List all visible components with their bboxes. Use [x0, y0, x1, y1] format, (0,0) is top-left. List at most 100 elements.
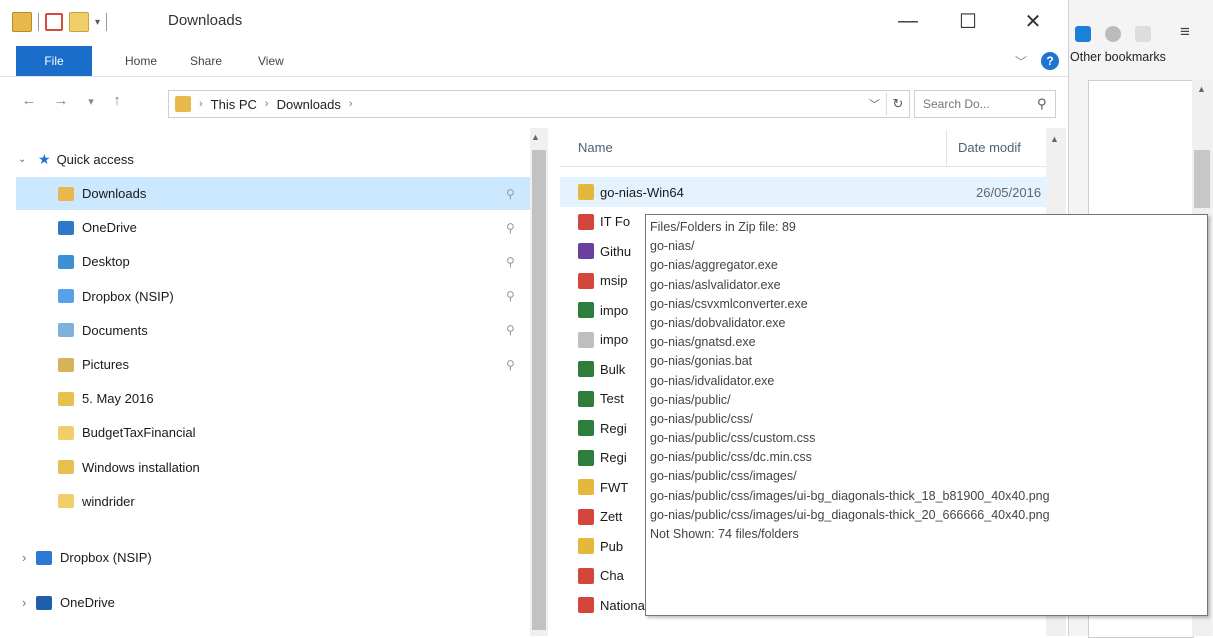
help-icon[interactable]: ?	[1041, 52, 1059, 70]
nav-item-label: OneDrive	[82, 220, 137, 236]
excel-icon	[578, 420, 594, 436]
properties-check-icon[interactable]	[45, 13, 63, 31]
nav-item[interactable]: Desktop ⚲	[16, 245, 530, 278]
folder-icon	[58, 391, 74, 406]
expand-arrow-icon[interactable]: ›	[22, 595, 36, 610]
tooltip-line: go-nias/gnatsd.exe	[650, 335, 756, 350]
nav-item[interactable]: 5. May 2016	[16, 382, 530, 415]
browser-scroll-thumb[interactable]	[1194, 150, 1210, 208]
folder-icon	[58, 460, 74, 475]
new-folder-icon[interactable]	[69, 12, 89, 32]
pin-icon[interactable]: ⚲	[506, 289, 515, 303]
quick-access-header[interactable]: ⌄ ★ Quick access	[0, 143, 530, 176]
pin-icon[interactable]: ⚲	[506, 358, 515, 372]
breadcrumb-separator-icon: ›	[264, 98, 269, 110]
nav-item-label: Pictures	[82, 357, 129, 372]
tooltip-line: go-nias/gonias.bat	[650, 354, 753, 369]
refresh-icon[interactable]: ↻	[886, 93, 909, 115]
onedrive-folder-icon	[58, 220, 74, 235]
desktop-folder-icon	[58, 254, 74, 269]
nav-item[interactable]: OneDrive ⚲	[16, 211, 530, 244]
quick-access-star-icon: ★	[38, 151, 51, 167]
pin-icon[interactable]: ⚲	[506, 323, 515, 337]
nav-item[interactable]: Downloads ⚲	[16, 177, 530, 210]
recent-locations-chevron-icon[interactable]: ▾	[80, 95, 102, 108]
tab-share[interactable]: Share	[190, 46, 222, 76]
forward-arrow-icon[interactable]: →	[50, 92, 72, 109]
download-folder-icon	[58, 186, 74, 201]
breadcrumb-downloads[interactable]: Downloads	[277, 97, 341, 112]
nav-item[interactable]: Windows installation	[16, 451, 530, 484]
browser-menu-icon[interactable]: ≡	[1180, 22, 1190, 42]
nav-item-label: Windows installation	[82, 459, 200, 475]
nav-root-item[interactable]: › Dropbox (NSIP)	[0, 541, 530, 574]
nav-scroll-up-icon[interactable]: ▲	[531, 132, 540, 142]
tab-file[interactable]: File	[16, 46, 92, 76]
breadcrumb-separator-icon: ›	[199, 98, 203, 110]
nav-item-label: windrider	[82, 493, 135, 509]
nav-item[interactable]: Documents ⚲	[16, 314, 530, 347]
nav-item-label: Documents	[82, 322, 148, 338]
pin-icon[interactable]: ⚲	[506, 187, 515, 201]
pdf-icon	[578, 567, 594, 584]
search-input[interactable]: Search Do...	[914, 90, 1056, 118]
tooltip-line: go-nias/aslvalidator.exe	[650, 277, 781, 292]
dropbox-icon	[36, 550, 52, 565]
nav-root-label: Dropbox (NSIP)	[60, 550, 152, 565]
nav-item-label: BudgetTaxFinancial	[82, 425, 196, 441]
browser-scroll-up-icon[interactable]: ▲	[1197, 84, 1206, 94]
back-arrow-icon[interactable]: ←	[18, 92, 40, 109]
tooltip-line: go-nias/public/css/custom.css	[650, 431, 816, 446]
tab-home[interactable]: Home	[125, 46, 157, 76]
nav-item[interactable]: windrider	[16, 485, 530, 518]
nav-pane-scroll-thumb[interactable]	[532, 150, 546, 630]
extension-icon[interactable]	[1105, 26, 1121, 42]
navigation-bar: ← → ▾ ↑ › This PC › Downloads › ﹀ ↻ Sear…	[0, 84, 1068, 124]
title-bar: ▾ Downloads — ☐ ✕	[0, 0, 1068, 46]
other-bookmarks[interactable]: Other bookmarks	[1070, 50, 1166, 64]
expand-ribbon-icon[interactable]: ﹀	[1015, 53, 1027, 70]
pdf-icon	[578, 508, 594, 525]
tooltip-line: go-nias/public/css/images/	[650, 469, 797, 484]
file-row[interactable]: go-nias-Win64 26/05/2016	[560, 177, 1046, 207]
column-divider[interactable]	[946, 130, 947, 166]
tab-view[interactable]: View	[258, 46, 284, 76]
expand-arrow-icon[interactable]: ›	[22, 550, 36, 565]
column-name-header[interactable]: Name	[578, 140, 613, 155]
column-date-header[interactable]: Date modif	[958, 140, 1021, 155]
expand-chevron-icon[interactable]: ⌄	[18, 154, 32, 165]
breadcrumb-this-pc[interactable]: This PC	[211, 97, 257, 112]
excel-icon	[578, 449, 594, 466]
column-header-row: Name Date modif	[560, 130, 1046, 167]
file-scroll-up-icon[interactable]: ▲	[1050, 134, 1059, 144]
onedrive-icon	[36, 595, 52, 610]
pin-icon[interactable]: ⚲	[506, 221, 515, 235]
address-bar[interactable]: › This PC › Downloads › ﹀ ↻	[168, 90, 910, 118]
pin-icon[interactable]: ⚲	[506, 255, 515, 269]
nav-item[interactable]: Pictures ⚲	[16, 348, 530, 381]
pdf-icon	[578, 213, 594, 230]
maximize-button[interactable]: ☐	[945, 6, 991, 36]
toolbar-divider	[38, 13, 39, 31]
close-button[interactable]: ✕	[1010, 6, 1056, 36]
nav-item[interactable]: Dropbox (NSIP) ⚲	[16, 280, 530, 313]
address-dropdown-icon[interactable]: ﹀	[869, 96, 880, 112]
minimize-button[interactable]: —	[885, 6, 931, 36]
pdf-icon	[578, 272, 594, 289]
extension-icon[interactable]	[1135, 26, 1151, 42]
nav-root-item[interactable]: › OneDrive	[0, 586, 530, 619]
dropbox-folder-icon	[58, 289, 74, 304]
customize-toolbar-chevron-icon[interactable]: ▾	[95, 17, 100, 28]
folder-app-icon[interactable]	[12, 12, 32, 32]
nav-item-label: Dropbox (NSIP)	[82, 288, 174, 304]
nav-item[interactable]: BudgetTaxFinancial	[16, 416, 530, 449]
tooltip-line: go-nias/public/css/dc.min.css	[650, 450, 812, 465]
tooltip-line: Not Shown: 74 files/folders	[650, 527, 799, 541]
pictures-folder-icon	[58, 357, 74, 372]
documents-folder-icon	[58, 323, 74, 338]
tooltip-line: go-nias/public/css/images/ui-bg_diagonal…	[650, 488, 1050, 503]
nav-item-label: Downloads	[82, 186, 147, 201]
skype-extension-icon[interactable]	[1075, 26, 1091, 42]
up-arrow-icon[interactable]: ↑	[106, 92, 128, 109]
search-icon[interactable]: ⚲	[1037, 96, 1047, 112]
